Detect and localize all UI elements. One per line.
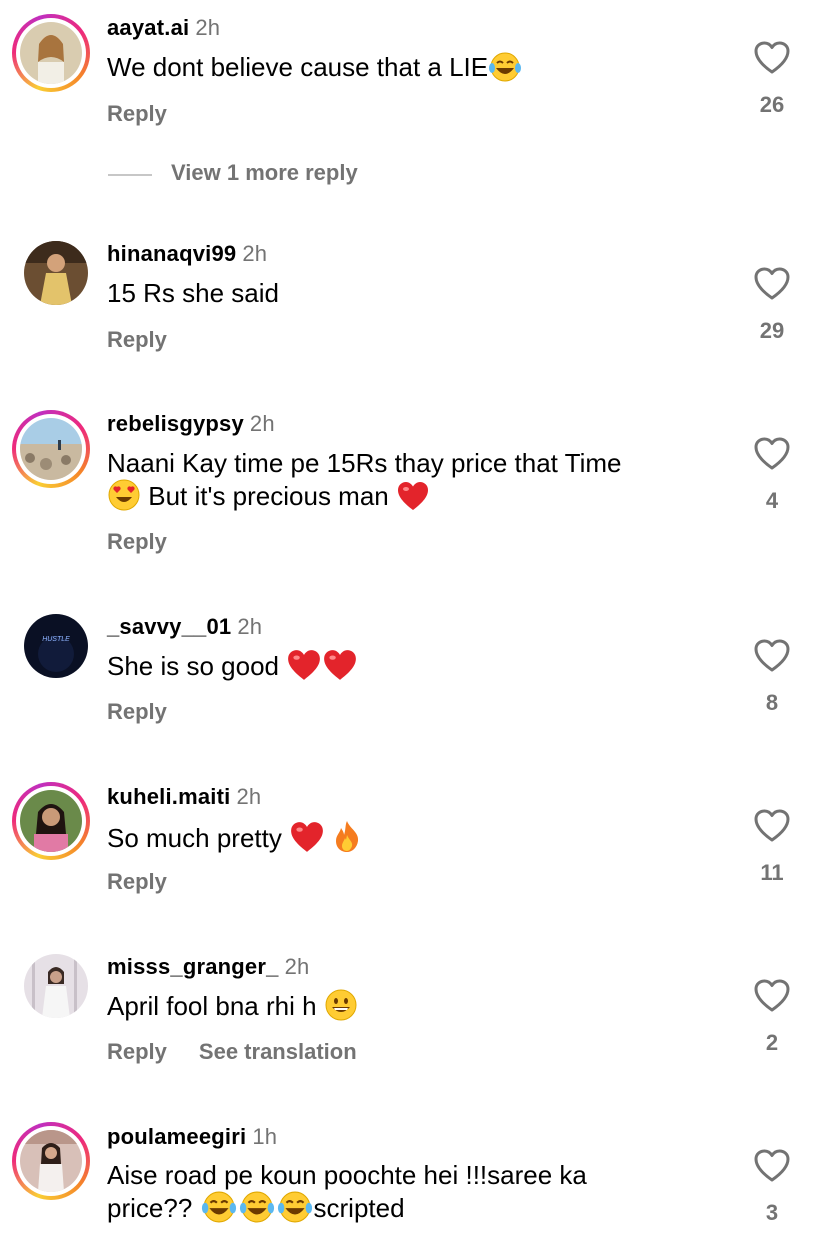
username[interactable]: aayat.ai 2h bbox=[107, 15, 220, 41]
heart-icon[interactable] bbox=[754, 639, 790, 673]
avatar[interactable] bbox=[24, 954, 88, 1018]
timestamp: 2h bbox=[195, 15, 221, 40]
username[interactable]: _savvy__01 2h bbox=[107, 614, 262, 640]
avatar[interactable] bbox=[12, 1122, 90, 1200]
red-heart-emoji-icon bbox=[289, 821, 325, 860]
like-count: 8 bbox=[765, 690, 779, 715]
username[interactable]: poulameegiri 1h bbox=[107, 1124, 277, 1150]
like-count: 29 bbox=[759, 318, 785, 343]
username[interactable]: misss_granger_ 2h bbox=[107, 954, 309, 980]
reply-button[interactable]: Reply bbox=[107, 101, 167, 126]
comment-text: We dont believe cause that a LIE bbox=[107, 51, 707, 89]
comment-text: 15 Rs she said bbox=[107, 278, 279, 308]
avatar[interactable] bbox=[24, 241, 88, 305]
heart-icon[interactable] bbox=[754, 437, 790, 471]
avatar[interactable] bbox=[12, 410, 90, 488]
timestamp: 2h bbox=[236, 784, 262, 809]
red-heart-emoji-icon bbox=[396, 481, 430, 518]
avatar-photo bbox=[20, 22, 82, 84]
avatar[interactable] bbox=[12, 14, 90, 92]
svg-text:HUSTLE: HUSTLE bbox=[42, 636, 70, 643]
laughing-emoji-icon bbox=[200, 1191, 238, 1230]
avatar-photo bbox=[20, 1130, 82, 1192]
comment-text: Aise road pe koun poochte hei !!!saree k… bbox=[107, 1159, 707, 1230]
avatar-photo bbox=[20, 790, 82, 852]
comment-text: Naani Kay time pe 15Rs thay price that T… bbox=[107, 447, 707, 518]
laughing-emoji-icon bbox=[488, 52, 522, 89]
username[interactable]: rebelisgypsy 2h bbox=[107, 411, 275, 437]
divider bbox=[108, 174, 152, 176]
reply-button[interactable]: Reply bbox=[107, 869, 167, 894]
like-count: 4 bbox=[765, 488, 779, 513]
reply-button[interactable]: Reply bbox=[107, 1039, 167, 1064]
red-heart-emoji-icon bbox=[286, 649, 322, 688]
comment-text: So much pretty bbox=[107, 819, 707, 860]
timestamp: 2h bbox=[242, 241, 268, 266]
comment-text: She is so good bbox=[107, 649, 707, 688]
heart-icon[interactable] bbox=[754, 267, 790, 301]
avatar-photo bbox=[20, 418, 82, 480]
heart-icon[interactable] bbox=[754, 41, 790, 75]
reply-button[interactable]: Reply bbox=[107, 699, 167, 724]
timestamp: 2h bbox=[249, 411, 275, 436]
heart-icon[interactable] bbox=[754, 1149, 790, 1183]
like-count: 3 bbox=[765, 1200, 779, 1225]
red-heart-emoji-icon bbox=[322, 649, 358, 688]
laughing-emoji-icon bbox=[238, 1191, 276, 1230]
laughing-emoji-icon bbox=[276, 1191, 314, 1230]
fire-emoji-icon bbox=[332, 819, 362, 860]
username[interactable]: kuheli.maiti 2h bbox=[107, 784, 261, 810]
like-count: 26 bbox=[759, 92, 785, 117]
grinning-emoji-icon bbox=[324, 989, 358, 1028]
reply-button[interactable]: Reply bbox=[107, 529, 167, 554]
heart-icon[interactable] bbox=[754, 809, 790, 843]
timestamp: 1h bbox=[252, 1124, 278, 1149]
avatar[interactable]: HUSTLE bbox=[24, 614, 88, 678]
see-translation-button[interactable]: See translation bbox=[199, 1039, 357, 1064]
like-count: 11 bbox=[760, 860, 784, 885]
reply-button[interactable]: Reply bbox=[107, 327, 167, 352]
like-count: 2 bbox=[765, 1030, 779, 1055]
comment-text: April fool bna rhi h bbox=[107, 989, 707, 1028]
view-more-replies-label[interactable]: View 1 more reply bbox=[171, 160, 358, 186]
username[interactable]: hinanaqvi99 2h bbox=[107, 241, 267, 267]
timestamp: 2h bbox=[237, 614, 263, 639]
heart-icon[interactable] bbox=[754, 979, 790, 1013]
avatar[interactable] bbox=[12, 782, 90, 860]
timestamp: 2h bbox=[284, 954, 310, 979]
heart-eyes-emoji-icon bbox=[107, 479, 141, 518]
